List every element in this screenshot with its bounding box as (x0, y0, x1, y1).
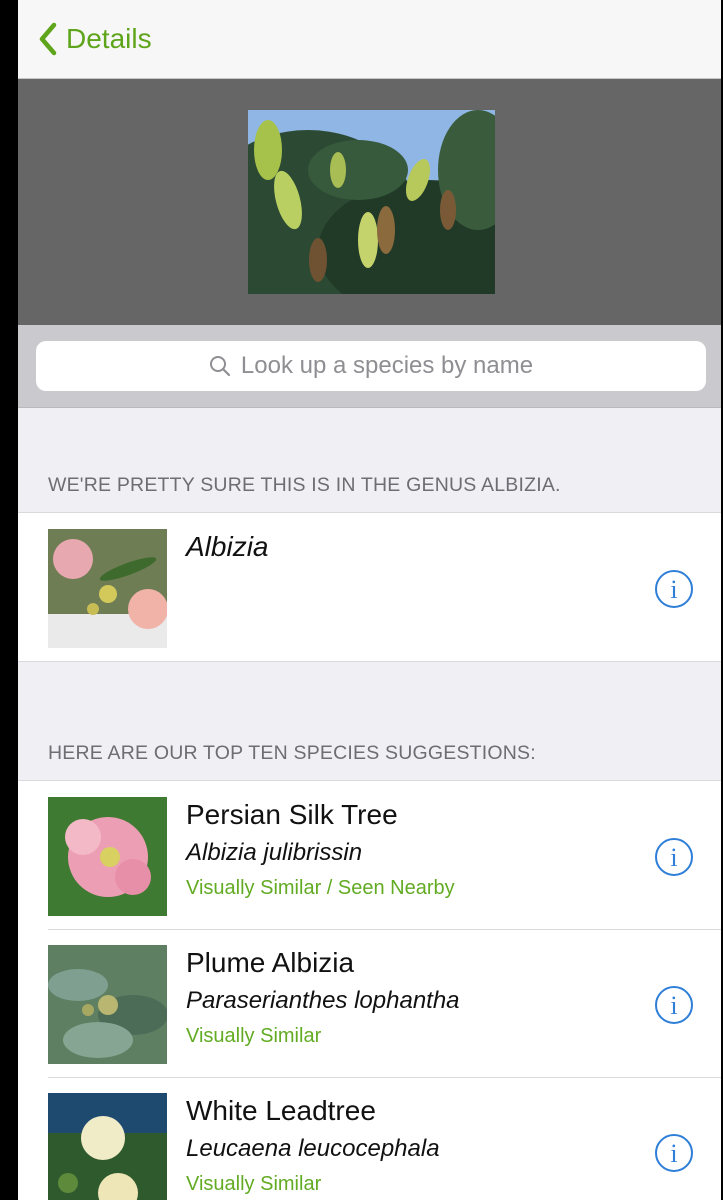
svg-text:i: i (670, 575, 677, 604)
species-thumbnail (48, 797, 167, 916)
species-thumbnail (48, 1093, 167, 1200)
info-icon[interactable]: i (654, 569, 694, 609)
genus-name: Albizia (186, 531, 269, 562)
genus-thumbnail (48, 529, 167, 648)
species-thumbnail (48, 945, 167, 1064)
species-tag: Visually Similar (186, 1173, 322, 1195)
species-common-name: White Leadtree (186, 1095, 376, 1126)
info-icon[interactable]: i (654, 1133, 694, 1173)
genus-list: Albizia i (18, 512, 721, 662)
photo-area (18, 79, 721, 325)
info-icon[interactable]: i (654, 837, 694, 877)
species-row[interactable]: Plume Albizia Paraserianthes lophantha V… (18, 929, 721, 1077)
observation-photo[interactable] (248, 110, 495, 294)
navigation-bar: Details (18, 0, 721, 79)
genus-section-header: WE'RE PRETTY SURE THIS IS IN THE GENUS A… (48, 474, 561, 496)
species-tag: Visually Similar / Seen Nearby (186, 877, 455, 899)
back-button[interactable]: Details (38, 19, 152, 59)
svg-text:i: i (670, 1139, 677, 1168)
species-row[interactable]: Persian Silk Tree Albizia julibrissin Vi… (18, 781, 721, 929)
svg-text:i: i (670, 991, 677, 1020)
species-common-name: Persian Silk Tree (186, 799, 398, 830)
search-bar-container: Look up a species by name (18, 325, 721, 408)
genus-row[interactable]: Albizia i (18, 513, 721, 661)
species-search-input[interactable]: Look up a species by name (36, 341, 706, 391)
chevron-left-icon (39, 22, 57, 56)
search-icon (209, 356, 231, 377)
species-scientific-name: Leucaena leucocephala (186, 1135, 440, 1162)
tree-photo-image (248, 110, 495, 294)
back-label: Details (66, 23, 152, 54)
info-icon[interactable]: i (654, 985, 694, 1025)
species-row[interactable]: White Leadtree Leucaena leucocephala Vis… (18, 1077, 721, 1200)
species-scientific-name: Paraserianthes lophantha (186, 987, 460, 1014)
species-tag: Visually Similar (186, 1025, 322, 1047)
app-screen: Details Look up a species by name WE'RE … (18, 0, 721, 1200)
species-section-header: HERE ARE OUR TOP TEN SPECIES SUGGESTIONS… (48, 742, 536, 764)
species-list: Persian Silk Tree Albizia julibrissin Vi… (18, 780, 721, 1200)
svg-text:i: i (670, 843, 677, 872)
search-placeholder: Look up a species by name (240, 352, 534, 379)
species-scientific-name: Albizia julibrissin (186, 839, 363, 866)
species-common-name: Plume Albizia (186, 947, 355, 978)
